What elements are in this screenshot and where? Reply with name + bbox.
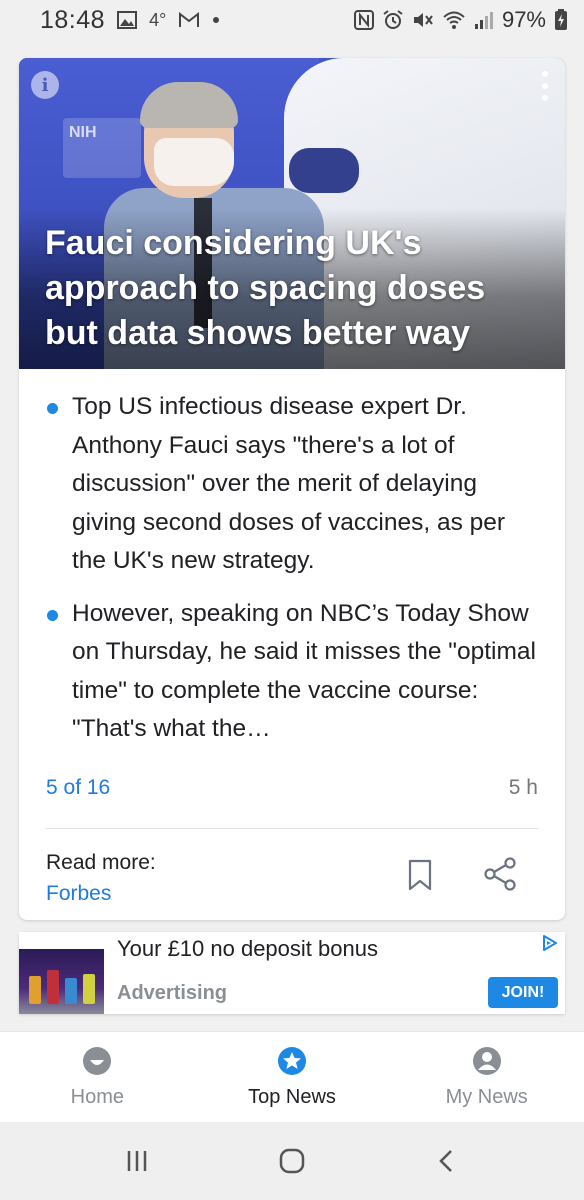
more-options-icon[interactable] xyxy=(535,68,555,104)
nav-my-news-label: My News xyxy=(445,1086,528,1108)
temperature-text: 4° xyxy=(149,9,167,30)
ad-title[interactable]: Your £10 no deposit bonus xyxy=(117,936,378,962)
article-card[interactable]: NIH i Fauci considering UK's approach to… xyxy=(19,58,565,920)
nfc-icon xyxy=(353,10,374,30)
ad-join-button[interactable]: JOIN! xyxy=(488,977,558,1008)
hero-glove xyxy=(289,148,359,193)
share-icon[interactable] xyxy=(483,857,517,891)
system-navigation-bar xyxy=(0,1122,584,1200)
ad-banner[interactable]: Your £10 no deposit bonus Advertising JO… xyxy=(19,932,565,1014)
ad-choices-icon[interactable] xyxy=(541,934,559,952)
nav-home-label: Home xyxy=(70,1086,125,1108)
article-headline[interactable]: Fauci considering UK's approach to spaci… xyxy=(45,221,545,356)
read-more-label: Read more: xyxy=(46,851,156,874)
bullet-dot-icon xyxy=(47,609,58,621)
article-position: 5 of 16 xyxy=(46,776,111,799)
status-time: 18:48 xyxy=(40,5,106,34)
alarm-icon xyxy=(382,9,404,31)
smiley-icon xyxy=(83,1047,112,1075)
summary-bullet: However, speaking on NBC’s Today Show on… xyxy=(45,595,545,749)
summary-bullet-text: Top US infectious disease expert Dr. Ant… xyxy=(72,393,506,574)
nav-top-news-label: Top News xyxy=(248,1086,336,1108)
article-summary: Top US infectious disease expert Dr. Ant… xyxy=(45,388,545,763)
status-bar: 18:48 4° 97% xyxy=(0,0,584,40)
article-meta: 5 of 16 5 h xyxy=(46,776,538,800)
signal-icon xyxy=(474,10,494,30)
recent-apps-icon[interactable] xyxy=(122,1146,152,1176)
battery-percent: 97% xyxy=(501,7,546,32)
bottom-navigation: Home Top News My News xyxy=(0,1031,584,1122)
read-more: Read more: Forbes xyxy=(46,848,156,910)
home-button-icon[interactable] xyxy=(277,1146,307,1176)
summary-bullet-text: However, speaking on NBC’s Today Show on… xyxy=(72,599,536,743)
person-icon xyxy=(472,1047,501,1075)
nav-my-news[interactable]: My News xyxy=(389,1032,584,1122)
battery-charging-icon xyxy=(554,9,568,31)
back-icon[interactable] xyxy=(432,1146,462,1176)
nav-top-news[interactable]: Top News xyxy=(195,1032,390,1122)
nav-home[interactable]: Home xyxy=(0,1032,195,1122)
notification-dot-icon xyxy=(212,16,220,24)
ad-thumbnail[interactable] xyxy=(19,949,104,1014)
mute-icon xyxy=(412,10,434,30)
star-icon xyxy=(278,1047,306,1075)
bookmark-icon[interactable] xyxy=(407,859,433,891)
article-age: 5 h xyxy=(508,776,538,799)
gallery-icon xyxy=(117,11,138,29)
bullet-dot-icon xyxy=(47,403,58,414)
info-icon[interactable]: i xyxy=(31,71,59,99)
wifi-icon xyxy=(442,10,466,30)
ad-label: Advertising xyxy=(117,982,228,1004)
source-link[interactable]: Forbes xyxy=(46,878,156,910)
divider xyxy=(46,828,538,829)
summary-bullet: Top US infectious disease expert Dr. Ant… xyxy=(45,388,545,581)
gmail-icon xyxy=(178,12,200,28)
article-hero-image[interactable]: NIH i Fauci considering UK's approach to… xyxy=(19,58,565,369)
